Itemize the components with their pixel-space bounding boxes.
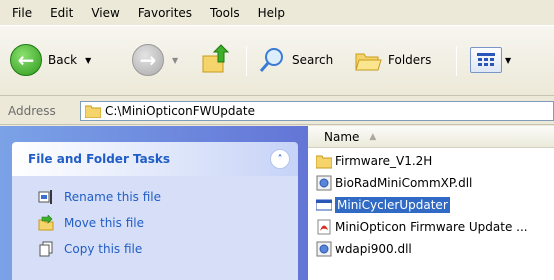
name-column-label: Name bbox=[324, 129, 360, 144]
file-name: MiniCyclerUpdater bbox=[335, 197, 450, 213]
menu-favorites[interactable]: Favorites bbox=[138, 6, 192, 20]
task-header-title: File and Folder Tasks bbox=[28, 152, 171, 166]
folder-icon bbox=[85, 105, 101, 118]
menu-edit[interactable]: Edit bbox=[50, 6, 73, 20]
views-dropdown-icon[interactable]: ▼ bbox=[505, 56, 511, 65]
file-name: Firmware_V1.2H bbox=[335, 154, 433, 168]
task-move-file[interactable]: Move this file bbox=[12, 210, 298, 236]
menu-view[interactable]: View bbox=[91, 6, 119, 20]
task-label: Copy this file bbox=[64, 242, 143, 256]
collapse-chevron-icon[interactable]: ˄ bbox=[270, 149, 290, 169]
task-header[interactable]: File and Folder Tasks ˄ bbox=[12, 142, 298, 176]
forward-dropdown-icon[interactable]: ▼ bbox=[172, 56, 178, 65]
search-label: Search bbox=[292, 53, 334, 67]
file-item[interactable]: Firmware_V1.2H bbox=[308, 150, 554, 172]
name-column-header[interactable]: Name ▲ bbox=[308, 126, 554, 148]
file-list: Firmware_V1.2H BioRadMiniCommXP.dll Mini… bbox=[308, 150, 554, 260]
forward-arrow-icon: → bbox=[132, 44, 164, 76]
folders-button[interactable]: Folders bbox=[354, 42, 431, 78]
folders-label: Folders bbox=[388, 53, 432, 67]
task-label: Rename this file bbox=[64, 190, 162, 204]
back-button[interactable]: ← Back ▼ bbox=[10, 42, 91, 78]
file-item-selected[interactable]: MiniCyclerUpdater bbox=[308, 194, 554, 216]
back-arrow-icon: ← bbox=[10, 44, 42, 76]
folders-icon bbox=[355, 53, 382, 71]
address-path: C:\MiniOpticonFWUpdate bbox=[105, 104, 255, 118]
menu-tools[interactable]: Tools bbox=[210, 6, 240, 20]
task-list: Rename this file Move this file Copy thi… bbox=[12, 176, 298, 280]
back-label: Back bbox=[48, 53, 78, 67]
address-bar: Address C:\MiniOpticonFWUpdate bbox=[0, 97, 554, 125]
folder-icon bbox=[316, 155, 332, 169]
file-name: wdapi900.dll bbox=[335, 242, 412, 256]
file-list-pane: Name ▲ Firmware_V1.2H BioRadMiniCommXP.d… bbox=[308, 126, 554, 280]
application-icon bbox=[316, 199, 332, 211]
search-button[interactable]: Search bbox=[258, 42, 333, 78]
file-item[interactable]: BioRadMiniCommXP.dll bbox=[308, 172, 554, 194]
forward-button[interactable]: → ▼ bbox=[132, 42, 178, 78]
task-copy-file[interactable]: Copy this file bbox=[12, 236, 298, 262]
search-icon bbox=[259, 48, 283, 72]
task-label: Move this file bbox=[64, 216, 144, 230]
move-icon bbox=[38, 215, 54, 231]
address-input[interactable]: C:\MiniOpticonFWUpdate bbox=[80, 101, 554, 121]
menu-bar: File Edit View Favorites Tools Help bbox=[0, 0, 554, 26]
file-folder-tasks-box: File and Folder Tasks ˄ Rename this file… bbox=[12, 142, 298, 280]
file-item[interactable]: wdapi900.dll bbox=[308, 238, 554, 260]
address-label: Address bbox=[8, 103, 56, 118]
views-icon bbox=[470, 47, 502, 73]
toolbar: ← Back ▼ → ▼ Search Folders ▼ bbox=[0, 26, 554, 96]
file-name: MiniOpticon Firmware Update ... bbox=[335, 220, 528, 234]
back-dropdown-icon[interactable]: ▼ bbox=[85, 56, 91, 65]
task-rename-file[interactable]: Rename this file bbox=[12, 184, 298, 210]
file-name: BioRadMiniCommXP.dll bbox=[335, 176, 473, 190]
dll-icon bbox=[316, 175, 332, 191]
pdf-icon bbox=[317, 219, 331, 235]
toolbar-separator bbox=[456, 46, 457, 76]
file-item[interactable]: MiniOpticon Firmware Update ... bbox=[308, 216, 554, 238]
menu-file[interactable]: File bbox=[12, 6, 32, 20]
rename-icon bbox=[38, 190, 52, 204]
sort-ascending-icon: ▲ bbox=[369, 131, 377, 142]
up-folder-button[interactable] bbox=[200, 42, 232, 78]
menu-help[interactable]: Help bbox=[258, 6, 285, 20]
up-folder-icon bbox=[202, 44, 230, 73]
copy-icon bbox=[39, 241, 53, 257]
dll-icon bbox=[316, 241, 332, 257]
views-button[interactable]: ▼ bbox=[470, 42, 511, 78]
task-pane: File and Folder Tasks ˄ Rename this file… bbox=[0, 126, 308, 280]
toolbar-separator bbox=[246, 46, 247, 76]
